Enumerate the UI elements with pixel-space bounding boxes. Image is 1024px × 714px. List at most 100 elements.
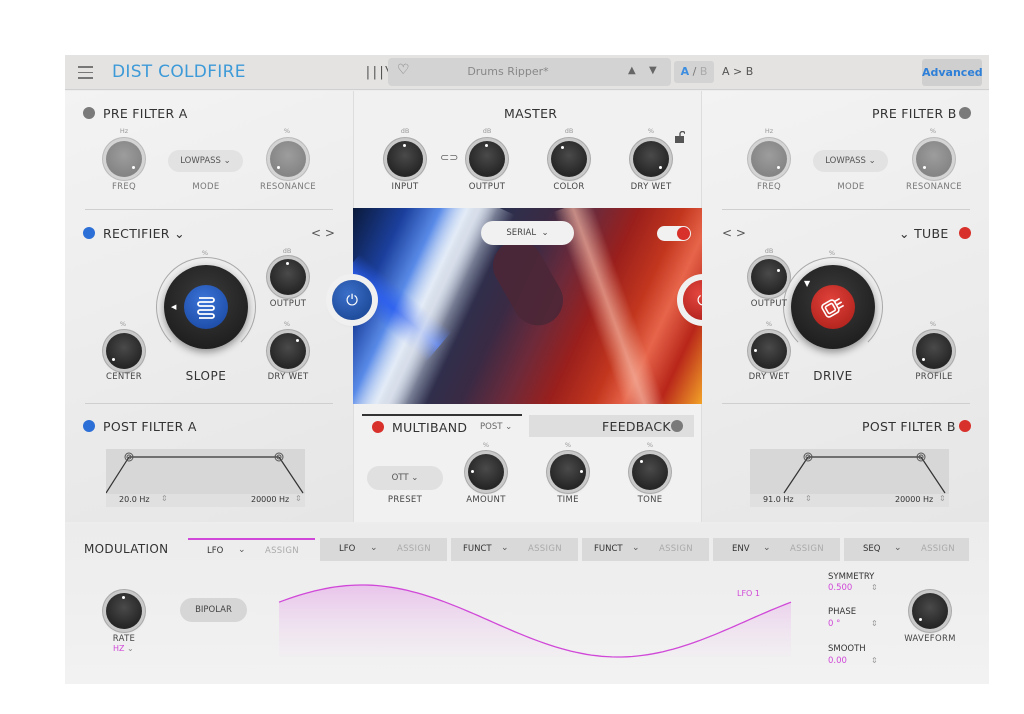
pre-filter-a-led[interactable]: [83, 107, 95, 119]
chevron-down-icon[interactable]: ⌄: [894, 543, 902, 553]
ab-b[interactable]: B: [700, 65, 708, 78]
master-drywet-knob[interactable]: [633, 141, 669, 177]
pre-filter-b-freq-knob[interactable]: [751, 141, 787, 177]
multiband-tab[interactable]: MULTIBAND POST ⌄: [362, 414, 522, 436]
post-filter-a-graph[interactable]: 20.0 Hz ⇕ 20000 Hz ⇕: [106, 449, 305, 507]
previous-preset-icon[interactable]: ▲: [628, 65, 636, 76]
mod-tab-4[interactable]: FUNCT ⌄ ASSIGN: [582, 538, 709, 561]
pre-filter-b-mode-dropdown[interactable]: LOWPASS ⌄: [813, 150, 888, 172]
multiband-led[interactable]: [372, 421, 384, 433]
dist-a-output-knob[interactable]: [270, 259, 306, 295]
chevron-down-icon[interactable]: ⌄: [370, 543, 378, 553]
hamburger-menu-icon[interactable]: [78, 66, 93, 79]
time-knob[interactable]: [550, 454, 586, 490]
post-filter-a-high-value[interactable]: 20000 Hz: [251, 495, 289, 504]
feedback-tab[interactable]: FEEDBACK: [529, 415, 694, 437]
mod-tab-3[interactable]: FUNCT ⌄ ASSIGN: [451, 538, 578, 561]
dist-b-nav-arrows[interactable]: < >: [722, 226, 746, 240]
pre-filter-a-freq-knob[interactable]: [106, 141, 142, 177]
mod-tab-2[interactable]: LFO ⌄ ASSIGN: [320, 538, 447, 561]
assign-button[interactable]: ASSIGN: [790, 544, 824, 554]
symmetry-value[interactable]: 0.500: [828, 583, 852, 593]
next-preset-icon[interactable]: ▼: [649, 65, 657, 76]
slope-knob[interactable]: ◀: [164, 265, 248, 349]
unlock-icon[interactable]: [674, 128, 686, 147]
chevron-down-icon[interactable]: ⌄: [763, 543, 771, 553]
multiband-title: MULTIBAND: [392, 420, 468, 435]
dist-a-power-button[interactable]: ⏻: [332, 280, 372, 320]
chevron-down-icon[interactable]: ⌄: [501, 543, 509, 553]
link-icon[interactable]: ⊂⊃: [440, 151, 458, 164]
post-filter-a-led[interactable]: [83, 420, 95, 432]
profile-knob[interactable]: [916, 333, 952, 369]
smooth-value[interactable]: 0.00: [828, 656, 847, 666]
stepper-icon[interactable]: ⇕: [871, 583, 878, 592]
resonance-unit: %: [283, 127, 291, 135]
routing-dropdown[interactable]: SERIAL ⌄: [481, 221, 574, 245]
output-label: OUTPUT: [750, 299, 788, 309]
post-filter-b-graph[interactable]: 91.0 Hz ⇕ 20000 Hz ⇕: [750, 449, 949, 507]
assign-button[interactable]: ASSIGN: [265, 546, 299, 556]
rate-unit: HZ: [113, 644, 125, 653]
chevron-down-icon[interactable]: ⌄: [632, 543, 640, 553]
pre-filter-b-resonance-knob[interactable]: [916, 141, 952, 177]
mod-tab-6[interactable]: SEQ ⌄ ASSIGN: [844, 538, 969, 561]
ab-a[interactable]: A: [681, 65, 690, 78]
distortion-a-panel: PRE FILTER A Hz FREQ LOWPASS ⌄ MODE % RE…: [65, 91, 353, 522]
advanced-button[interactable]: Advanced: [922, 59, 983, 86]
post-filter-b-high-value[interactable]: 20000 Hz: [895, 495, 933, 504]
drywet-label: DRY WET: [267, 372, 309, 382]
dist-a-type-dropdown[interactable]: RECTIFIER ⌄: [103, 226, 185, 241]
tone-knob[interactable]: [632, 454, 668, 490]
rate-unit-dropdown[interactable]: HZ ⌄: [113, 644, 134, 653]
master-color-knob[interactable]: [551, 141, 587, 177]
multiband-preset-dropdown[interactable]: OTT ⌄: [367, 466, 443, 490]
pre-filter-a-resonance-knob[interactable]: [270, 141, 306, 177]
stepper-icon[interactable]: ⇕: [805, 494, 812, 503]
feedback-title: FEEDBACK: [602, 419, 671, 434]
chevron-down-icon[interactable]: ⌄: [238, 545, 246, 555]
assign-button[interactable]: ASSIGN: [921, 544, 955, 554]
stepper-icon[interactable]: ⇕: [871, 656, 878, 665]
copy-a-to-b-button[interactable]: A > B: [722, 65, 753, 78]
mod-tab-1[interactable]: LFO ⌄ ASSIGN: [188, 538, 315, 561]
dist-b-drywet-knob[interactable]: [751, 333, 787, 369]
routing-toggle[interactable]: [657, 226, 691, 241]
dist-b-type-dropdown[interactable]: ⌄ TUBE: [899, 226, 949, 241]
tone-unit: %: [646, 441, 654, 449]
post-filter-b-led[interactable]: [959, 420, 971, 432]
preset-browser[interactable]: ♡ Drums Ripper* ▲ ▼: [388, 58, 671, 86]
assign-button[interactable]: ASSIGN: [659, 544, 693, 554]
preset-name[interactable]: Drums Ripper*: [388, 65, 628, 78]
dist-b-led[interactable]: [959, 227, 971, 239]
amount-knob[interactable]: [468, 454, 504, 490]
stepper-icon[interactable]: ⇕: [161, 494, 168, 503]
post-filter-b-low-value[interactable]: 91.0 Hz: [763, 495, 794, 504]
pre-filter-b-led[interactable]: [959, 107, 971, 119]
assign-button[interactable]: ASSIGN: [397, 544, 431, 554]
ab-switch[interactable]: A / B: [674, 61, 714, 83]
post-filter-a-low-value[interactable]: 20.0 Hz: [119, 495, 150, 504]
stepper-icon[interactable]: ⇕: [939, 494, 946, 503]
bipolar-button[interactable]: BIPOLAR: [180, 598, 247, 622]
rate-knob[interactable]: [106, 593, 142, 629]
dist-a-drywet-knob[interactable]: [270, 333, 306, 369]
tube-icon: [811, 285, 855, 329]
mod-tab-5[interactable]: ENV ⌄ ASSIGN: [713, 538, 840, 561]
phase-value[interactable]: 0 °: [828, 619, 840, 629]
multiband-position-dropdown[interactable]: POST ⌄: [480, 422, 512, 432]
master-input-knob[interactable]: [387, 141, 423, 177]
dist-b-output-knob[interactable]: [751, 259, 787, 295]
assign-button[interactable]: ASSIGN: [528, 544, 562, 554]
feedback-led[interactable]: [671, 420, 683, 432]
stepper-icon[interactable]: ⇕: [295, 494, 302, 503]
master-output-knob[interactable]: [469, 141, 505, 177]
dist-a-nav-arrows[interactable]: < >: [311, 226, 335, 240]
waveform-knob[interactable]: [912, 593, 948, 629]
center-knob[interactable]: [106, 333, 142, 369]
dist-a-led[interactable]: [83, 227, 95, 239]
lfo-waveform-display[interactable]: [277, 571, 797, 661]
pre-filter-a-mode-dropdown[interactable]: LOWPASS ⌄: [168, 150, 243, 172]
freq-unit: Hz: [764, 127, 774, 135]
stepper-icon[interactable]: ⇕: [871, 619, 878, 628]
